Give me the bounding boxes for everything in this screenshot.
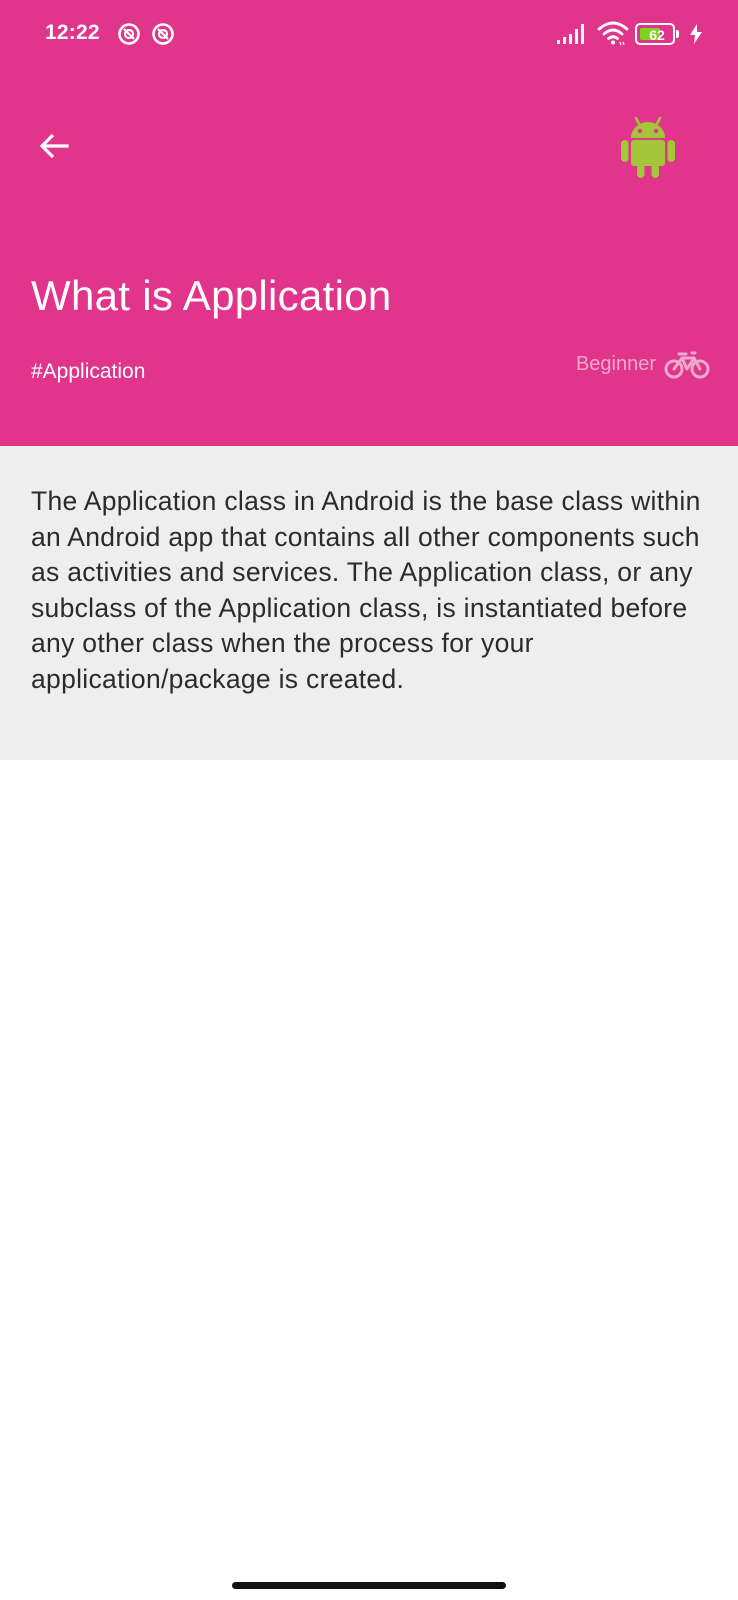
description-card: The Application class in Android is the … bbox=[0, 446, 738, 760]
charging-bolt-icon bbox=[690, 24, 702, 44]
status-bar: 12:22 62 bbox=[0, 0, 738, 70]
screen: 12:22 62 What is Application #Applicatio… bbox=[0, 0, 738, 1600]
battery-body: 62 bbox=[635, 23, 675, 45]
arrow-back-icon bbox=[39, 133, 69, 159]
battery-level: 62 bbox=[649, 27, 665, 43]
wifi-icon bbox=[597, 21, 629, 46]
description-text: The Application class in Android is the … bbox=[31, 486, 701, 694]
home-indicator[interactable] bbox=[232, 1582, 506, 1589]
bicycle-icon bbox=[664, 351, 710, 379]
battery-icon: 62 bbox=[635, 23, 681, 45]
notification-icon bbox=[118, 23, 140, 45]
header: 12:22 62 What is Application #Applicatio… bbox=[0, 0, 738, 446]
android-icon bbox=[621, 116, 675, 178]
page-title: What is Application bbox=[31, 272, 392, 319]
battery-tip bbox=[676, 30, 679, 38]
notification-icon bbox=[152, 23, 174, 45]
topic-tag: #Application bbox=[31, 360, 146, 383]
difficulty-level: Beginner bbox=[575, 353, 656, 375]
back-button[interactable] bbox=[28, 120, 80, 172]
status-time: 12:22 bbox=[45, 21, 100, 44]
signal-icon bbox=[557, 24, 584, 44]
